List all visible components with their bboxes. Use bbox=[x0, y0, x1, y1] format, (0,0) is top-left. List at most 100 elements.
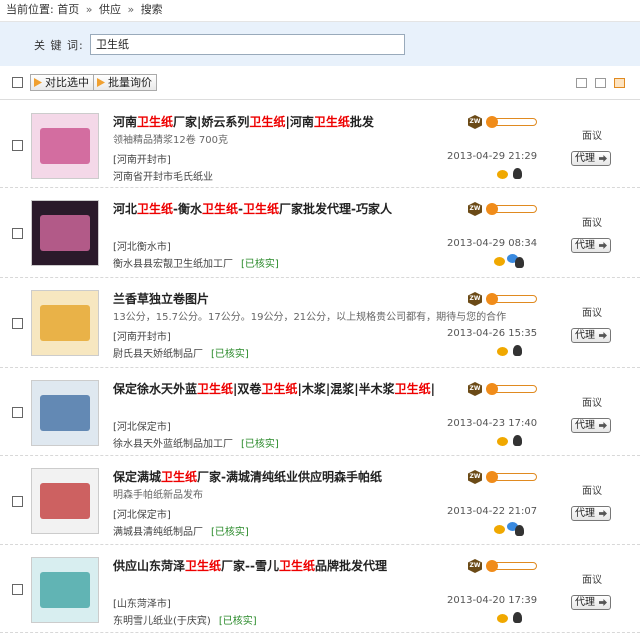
inquiry-label: 批量询价 bbox=[108, 76, 152, 89]
product-title-link[interactable]: 兰香草独立卷图片 bbox=[113, 290, 209, 307]
agent-button[interactable]: 代理 bbox=[571, 238, 611, 253]
product-image bbox=[40, 215, 90, 251]
arrow-right-icon bbox=[599, 155, 607, 162]
product-thumbnail[interactable] bbox=[31, 113, 99, 179]
company-name[interactable]: 河南省开封市毛氏纸业 bbox=[113, 168, 213, 183]
company-name[interactable]: 尉氏县天娇纸制品厂 [已核实] bbox=[113, 345, 249, 360]
row-checkbox[interactable] bbox=[12, 495, 23, 507]
row-checkbox[interactable] bbox=[12, 318, 23, 329]
result-row: 保定满城卫生纸厂家-满城清纯纸业供应明森手帕纸 明森手帕纸新品发布 [河北保定市… bbox=[0, 456, 640, 545]
product-image bbox=[40, 483, 90, 519]
product-description: 明森手帕纸新品发布 bbox=[113, 490, 203, 501]
arrow-right-icon bbox=[599, 332, 607, 339]
qq-icon[interactable] bbox=[513, 345, 522, 356]
agent-button[interactable]: 代理 bbox=[571, 506, 611, 521]
verified-badge: [已核实] bbox=[241, 259, 279, 270]
result-row: 河南卫生纸厂家|娇云系列卫生纸|河南卫生纸批发 领袖精品猜浆12卷 700克 [… bbox=[0, 101, 640, 188]
row-checkbox[interactable] bbox=[12, 584, 23, 595]
chat-icon[interactable] bbox=[494, 257, 505, 266]
company-name[interactable]: 衡水县县宏靓卫生纸加工厂 [已核实] bbox=[113, 255, 279, 270]
row-checkbox[interactable] bbox=[12, 139, 23, 151]
title-text: 河北 bbox=[113, 202, 138, 216]
chat-icon[interactable] bbox=[497, 437, 508, 446]
product-thumbnail[interactable] bbox=[31, 380, 99, 446]
text-view-icon[interactable] bbox=[576, 78, 587, 88]
qq-icon[interactable] bbox=[513, 168, 522, 179]
product-title-link[interactable]: 河北卫生纸-衡水卫生纸-卫生纸厂家批发代理-巧家人 bbox=[113, 200, 392, 217]
location: [河北保定市] bbox=[113, 510, 171, 521]
keyword-highlight: 卫生纸 bbox=[394, 382, 431, 396]
agent-button[interactable]: 代理 bbox=[571, 418, 611, 433]
result-row: 保定徐水天外蓝卫生纸|双卷卫生纸|木浆|混浆|半木浆卫生纸| [河北保定市] 徐… bbox=[0, 368, 640, 456]
verified-badge: [已核实] bbox=[211, 527, 249, 538]
row-checkbox[interactable] bbox=[12, 407, 23, 418]
product-image bbox=[40, 572, 90, 608]
breadcrumb-supply-link[interactable]: 供应 bbox=[99, 3, 121, 16]
location: [山东菏泽市] bbox=[113, 599, 171, 610]
product-thumbnail[interactable] bbox=[31, 290, 99, 356]
post-date: 2013-04-26 15:35 bbox=[447, 328, 538, 339]
compare-selected-button[interactable]: 对比选中 bbox=[30, 74, 94, 91]
company-name[interactable]: 徐水县天外蓝纸制品加工厂 [已核实] bbox=[113, 435, 279, 450]
location: [河北保定市] bbox=[113, 422, 171, 433]
chat-icon[interactable] bbox=[494, 525, 505, 534]
company-name[interactable]: 满城县清纯纸制品厂 [已核实] bbox=[113, 523, 249, 538]
breadcrumb-current: 搜索 bbox=[140, 3, 163, 16]
product-title-link[interactable]: 保定满城卫生纸厂家-满城清纯纸业供应明森手帕纸 bbox=[113, 468, 382, 485]
credit-meter bbox=[486, 383, 537, 395]
chat-icon[interactable] bbox=[497, 614, 508, 623]
breadcrumb-home-link[interactable]: 首页 bbox=[57, 3, 79, 16]
keyword-input[interactable]: 卫生纸 bbox=[90, 34, 405, 55]
price-negotiable: 面议 bbox=[582, 131, 602, 142]
breadcrumb-separator: » bbox=[85, 3, 93, 16]
chat-icon[interactable] bbox=[497, 170, 508, 179]
company-text: 徐水县天外蓝纸制品加工厂 bbox=[113, 439, 233, 450]
agent-button[interactable]: 代理 bbox=[571, 151, 611, 166]
product-thumbnail[interactable] bbox=[31, 468, 99, 534]
result-toolbar: 对比选中 批量询价 bbox=[0, 66, 640, 100]
product-thumbnail[interactable] bbox=[31, 557, 99, 623]
result-row: 兰香草独立卷图片 13公分，15.7公分。17公分。19公分，21公分，以上规格… bbox=[0, 278, 640, 368]
product-description: 领袖精品猜浆12卷 700克 bbox=[113, 135, 228, 146]
title-text: 兰香草独立卷图片 bbox=[113, 292, 210, 306]
product-title-link[interactable]: 保定徐水天外蓝卫生纸|双卷卫生纸|木浆|混浆|半木浆卫生纸| bbox=[113, 380, 435, 397]
agent-label: 代理 bbox=[575, 420, 595, 431]
breadcrumb-separator: » bbox=[127, 3, 135, 16]
row-checkbox[interactable] bbox=[12, 228, 23, 239]
credit-meter bbox=[486, 560, 537, 572]
grid-view-icon[interactable] bbox=[595, 78, 606, 88]
search-bar: 关 键 词: 卫生纸 bbox=[0, 22, 640, 66]
company-text: 东明雪儿纸业(于庆宾) bbox=[113, 616, 211, 627]
breadcrumb: 当前位置: 首页 » 供应 » 搜索 bbox=[0, 0, 640, 22]
select-all-checkbox[interactable] bbox=[12, 77, 23, 88]
company-name[interactable]: 东明雪儿纸业(于庆宾) [已核实] bbox=[113, 612, 257, 627]
qq-icon[interactable] bbox=[513, 435, 522, 446]
chat-icon[interactable] bbox=[497, 347, 508, 356]
agent-label: 代理 bbox=[575, 597, 595, 608]
batch-inquiry-button[interactable]: 批量询价 bbox=[93, 74, 157, 91]
zw-member-icon: ZW bbox=[468, 202, 482, 216]
keyword-highlight: 卫生纸 bbox=[137, 115, 174, 129]
product-thumbnail[interactable] bbox=[31, 200, 99, 266]
qq-icon[interactable] bbox=[515, 257, 524, 268]
compare-label: 对比选中 bbox=[45, 76, 89, 89]
title-text: 保定徐水天外蓝 bbox=[113, 382, 198, 396]
credit-meter bbox=[486, 293, 537, 305]
agent-button[interactable]: 代理 bbox=[571, 595, 611, 610]
list-view-icon[interactable] bbox=[614, 78, 625, 88]
price-negotiable: 面议 bbox=[582, 308, 602, 319]
keyword-highlight: 卫生纸 bbox=[243, 202, 280, 216]
product-title-link[interactable]: 供应山东菏泽卫生纸厂家--雪儿卫生纸品牌批发代理 bbox=[113, 557, 387, 574]
zw-member-icon: ZW bbox=[468, 115, 482, 129]
agent-label: 代理 bbox=[575, 330, 595, 341]
product-title-link[interactable]: 河南卫生纸厂家|娇云系列卫生纸|河南卫生纸批发 bbox=[113, 113, 374, 130]
location: [河南开封市] bbox=[113, 155, 171, 166]
qq-icon[interactable] bbox=[513, 612, 522, 623]
agent-button[interactable]: 代理 bbox=[571, 328, 611, 343]
product-image bbox=[40, 395, 90, 431]
company-text: 满城县清纯纸制品厂 bbox=[113, 527, 203, 538]
credit-meter bbox=[486, 471, 537, 483]
qq-icon[interactable] bbox=[515, 525, 524, 536]
keyword-highlight: 卫生纸 bbox=[137, 202, 174, 216]
product-image bbox=[40, 305, 90, 341]
